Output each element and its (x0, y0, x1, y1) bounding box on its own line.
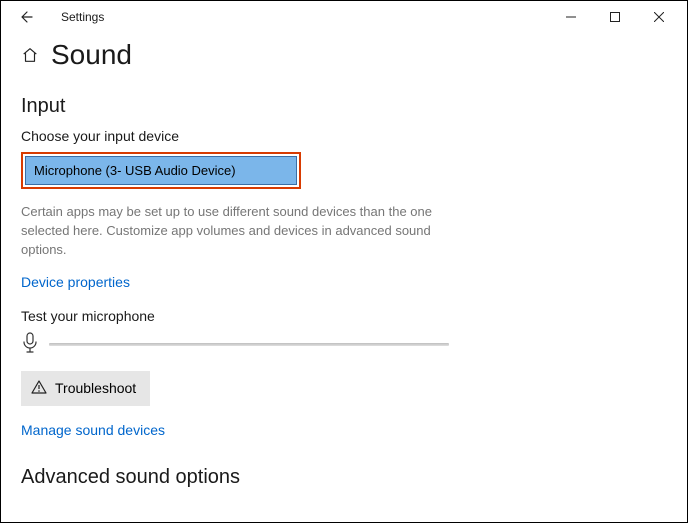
minimize-icon (566, 12, 576, 22)
input-heading: Input (21, 95, 667, 118)
input-helper-text: Certain apps may be set up to use differ… (21, 203, 461, 260)
window-controls (549, 5, 681, 29)
back-button[interactable] (13, 9, 37, 25)
mic-test-row (21, 332, 667, 357)
warning-icon (31, 379, 47, 398)
page-title-row: Sound (21, 39, 667, 71)
content: Sound Input Choose your input device Mic… (1, 39, 687, 489)
page-title: Sound (51, 39, 132, 71)
test-mic-label: Test your microphone (21, 308, 667, 324)
advanced-heading: Advanced sound options (21, 466, 667, 489)
input-device-highlight: Microphone (3- USB Audio Device) (21, 152, 301, 189)
input-device-dropdown[interactable]: Microphone (3- USB Audio Device) (25, 156, 297, 185)
minimize-button[interactable] (549, 5, 593, 29)
home-icon[interactable] (21, 46, 39, 64)
troubleshoot-button[interactable]: Troubleshoot (21, 371, 150, 406)
window-title: Settings (61, 10, 104, 24)
troubleshoot-label: Troubleshoot (55, 380, 136, 396)
close-button[interactable] (637, 5, 681, 29)
settings-window: Settings Sound (0, 0, 688, 523)
microphone-icon (21, 332, 39, 357)
mic-level-bar (49, 343, 449, 346)
device-properties-link[interactable]: Device properties (21, 274, 130, 290)
manage-sound-devices-link[interactable]: Manage sound devices (21, 422, 165, 438)
maximize-icon (610, 12, 620, 22)
close-icon (654, 12, 664, 22)
back-arrow-icon (17, 9, 33, 25)
maximize-button[interactable] (593, 5, 637, 29)
choose-input-label: Choose your input device (21, 128, 667, 144)
